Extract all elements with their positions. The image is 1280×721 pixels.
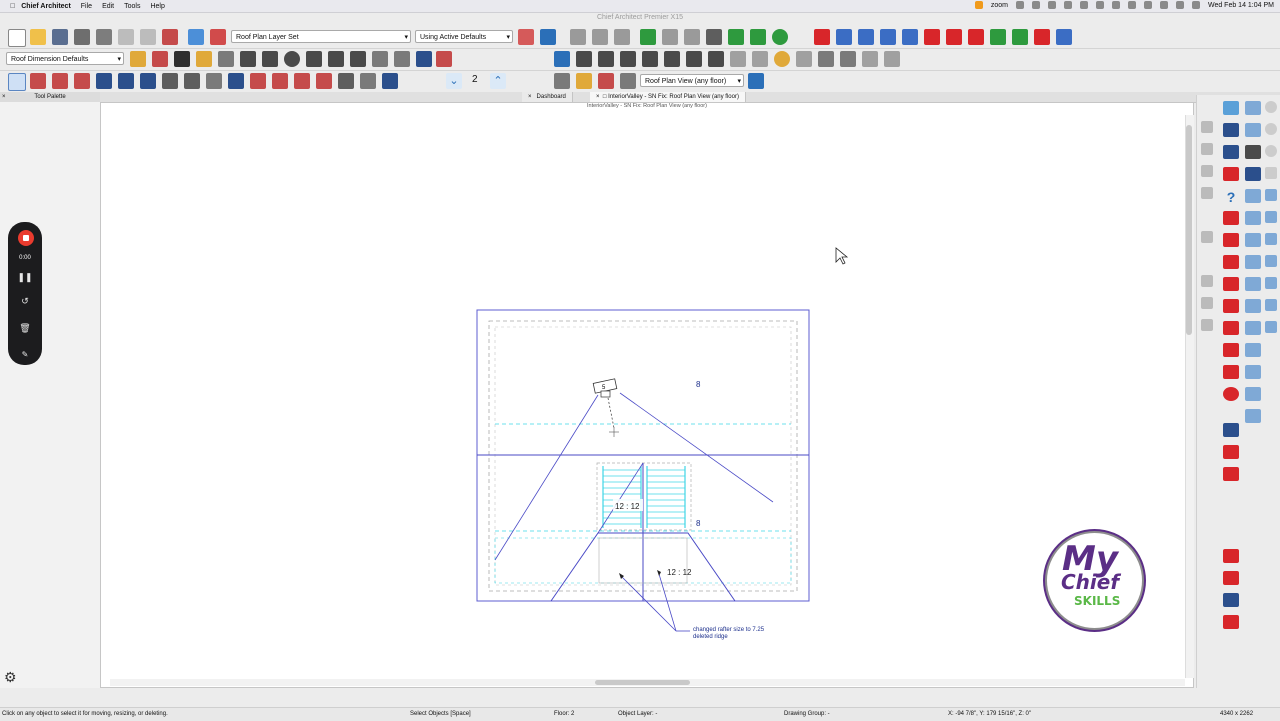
toolbar-icon[interactable] xyxy=(1223,145,1239,159)
pen-icon[interactable]: ✎ xyxy=(8,350,42,359)
toolbar-icon[interactable] xyxy=(1223,299,1239,313)
callout-text[interactable]: deleted ridge xyxy=(693,634,728,640)
toolbar-icon[interactable] xyxy=(1245,167,1261,181)
toolbar-icon[interactable] xyxy=(1201,187,1213,199)
toolbar-icon[interactable] xyxy=(1223,123,1239,137)
status-resolution: 4340 x 2262 xyxy=(1220,711,1254,717)
gear-icon[interactable]: ⚙ xyxy=(4,669,17,686)
toolbar-icon[interactable] xyxy=(1223,167,1239,181)
toolbar-icon[interactable] xyxy=(1265,189,1277,201)
camera-axis-line xyxy=(607,397,615,429)
horizontal-scroll-thumb[interactable] xyxy=(595,680,690,685)
grid-icon[interactable] xyxy=(1245,145,1261,159)
toolbar-icon[interactable] xyxy=(1245,211,1261,225)
toolbar-icon[interactable] xyxy=(1223,211,1239,225)
toolbar-icon[interactable] xyxy=(1201,143,1213,155)
toolbar-icon[interactable] xyxy=(1223,615,1239,629)
toolbar-icon[interactable] xyxy=(1223,101,1239,115)
toolbar-icon[interactable] xyxy=(1245,321,1261,335)
arrow-icon xyxy=(657,570,661,576)
status-object-layer: Object Layer: - xyxy=(618,711,658,717)
logo-text: Chief xyxy=(1061,570,1120,594)
camera-view-line xyxy=(494,394,599,561)
toolbar-icon[interactable] xyxy=(1201,319,1213,331)
callout-text[interactable]: changed rafter size to 7.25 xyxy=(693,627,765,633)
toolbar-icon[interactable] xyxy=(1223,571,1239,585)
toolbar-icon[interactable] xyxy=(1245,409,1261,423)
toolbar-icon[interactable] xyxy=(1245,101,1261,115)
rafter-group[interactable] xyxy=(602,466,686,528)
toolbar-icon[interactable] xyxy=(1265,167,1277,179)
zoom-icon[interactable] xyxy=(1265,101,1277,113)
roof-hip-line[interactable] xyxy=(597,462,644,534)
roof-label[interactable]: 8 xyxy=(696,519,701,528)
toolbar-icon[interactable] xyxy=(1245,189,1261,203)
toolbar-icon[interactable] xyxy=(1223,233,1239,247)
roof-label[interactable]: 8 xyxy=(696,380,701,389)
toolbar-icon[interactable] xyxy=(1223,423,1239,437)
toolbar-icon[interactable] xyxy=(1201,297,1213,309)
toolbar-icon[interactable] xyxy=(1245,277,1261,291)
toolbar-icon[interactable] xyxy=(1223,387,1239,401)
trash-icon[interactable]: 🗑 xyxy=(8,323,42,334)
status-bar: Click on any object to select it for mov… xyxy=(0,707,1280,721)
toolbar-icon[interactable] xyxy=(1245,387,1261,401)
toolbar-icon[interactable] xyxy=(1245,365,1261,379)
toolbar-icon[interactable] xyxy=(1223,593,1239,607)
toolbar-icon[interactable] xyxy=(1201,165,1213,177)
vertical-scroll-thumb[interactable] xyxy=(1186,125,1192,335)
logo-text: SKILLS xyxy=(1074,594,1121,608)
toolbar-icon[interactable] xyxy=(1223,277,1239,291)
pitch-label[interactable]: 12 : 12 xyxy=(615,502,640,511)
screen-recorder-widget: 0:00 ❚❚ ↺ 🗑 ✎ xyxy=(8,222,42,365)
toolbar-icon[interactable] xyxy=(1245,123,1261,137)
toolbar-icon[interactable] xyxy=(1201,231,1213,243)
stop-recording-button[interactable] xyxy=(18,230,34,246)
pause-icon[interactable]: ❚❚ xyxy=(8,272,42,283)
toolbar-icon[interactable] xyxy=(1265,255,1277,267)
status-coordinates: X: -94 7/8", Y: 179 15/16", Z: 0" xyxy=(948,711,1031,717)
restart-icon[interactable]: ↺ xyxy=(8,296,42,307)
toolbar-icon[interactable] xyxy=(1201,121,1213,133)
toolbar-icon[interactable] xyxy=(1223,343,1239,357)
toolbar-icon[interactable] xyxy=(1223,549,1239,563)
toolbar-icon[interactable] xyxy=(1223,365,1239,379)
rafter-ticks xyxy=(603,469,685,525)
mouse-cursor-icon xyxy=(835,247,849,265)
zoom-out-icon[interactable] xyxy=(1265,145,1277,157)
toolbar-icon[interactable] xyxy=(1223,255,1239,269)
zoom-in-icon[interactable] xyxy=(1265,123,1277,135)
right-toolbar: ? xyxy=(1196,95,1280,688)
status-hint: Click on any object to select it for mov… xyxy=(2,711,168,717)
opening-outline xyxy=(596,462,692,531)
pitch-label[interactable]: 12 : 12 xyxy=(667,568,692,577)
toolbar-icon[interactable] xyxy=(1245,343,1261,357)
toolbar-icon[interactable] xyxy=(1265,211,1277,223)
status-mode: Select Objects [Space] xyxy=(410,711,471,717)
toolbar-icon[interactable] xyxy=(1223,445,1239,459)
pan-icon[interactable] xyxy=(1265,233,1277,245)
toolbar-icon[interactable] xyxy=(1245,299,1261,313)
status-drawing-group: Drawing Group: - xyxy=(784,711,830,717)
toolbar-icon[interactable] xyxy=(1245,255,1261,269)
toolbar-icon[interactable] xyxy=(1223,467,1239,481)
toolbar-icon[interactable] xyxy=(1265,321,1277,333)
help-icon[interactable]: ? xyxy=(1223,189,1239,205)
toolbar-icon[interactable] xyxy=(1245,233,1261,247)
my-chief-skills-logo: My Chief SKILLS xyxy=(1047,533,1142,628)
toolbar-icon[interactable] xyxy=(1265,277,1277,289)
toolbar-icon[interactable] xyxy=(1201,275,1213,287)
recording-time: 0:00 xyxy=(19,255,31,261)
toolbar-icon[interactable] xyxy=(1223,321,1239,335)
status-floor: Floor: 2 xyxy=(554,711,575,717)
toolbar-icon[interactable] xyxy=(1265,299,1277,311)
